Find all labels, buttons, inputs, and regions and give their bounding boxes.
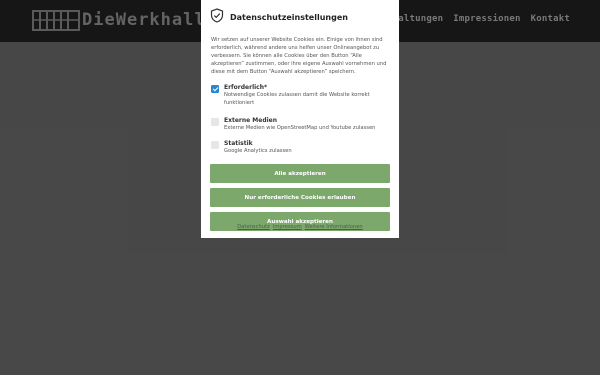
option-description: Externe Medien wie OpenStreetMap und You… [224,125,376,131]
dialog-header: Datenschutzeinstellungen [210,7,389,27]
required-only-button[interactable]: Nur erforderliche Cookies erlauben [210,188,390,207]
option-title: Erforderlich* [224,84,268,91]
statistics-checkbox[interactable] [211,140,219,149]
accept-all-button[interactable]: Alle akzeptieren [210,164,390,183]
privacy-link[interactable]: Datenschutz [237,224,270,230]
dialog-footer-links: Datenschutz Impressum Weitere Informatio… [201,224,399,230]
option-description: Google Analytics zulassen [224,147,292,154]
more-info-link[interactable]: Weitere Informationen [305,224,363,230]
imprint-link[interactable]: Impressum [273,224,302,230]
option-title: Statistik [224,139,253,147]
required-checkbox[interactable] [211,85,219,93]
option-description: Notwendige Cookies zulassen damit die We… [224,92,370,106]
button-group: Alle akzeptieren Nur erforderliche Cooki… [210,164,390,231]
cookie-consent-dialog: Datenschutzeinstellungen Wir setzen auf … [201,0,399,238]
option-title: Externe Medien [224,117,278,124]
shield-check-icon [210,7,224,27]
external-media-checkbox[interactable] [211,118,219,126]
cookie-intro-text: Wir setzen auf unserer Website Cookies e… [211,37,387,75]
option-required: Erforderlich* Notwendige Cookies zulasse… [211,84,389,107]
dialog-title: Datenschutzeinstellungen [230,12,348,22]
option-statistics: Statistik Google Analytics zulassen [211,140,389,156]
option-external-media: Externe Medien Externe Medien wie OpenSt… [211,117,389,133]
